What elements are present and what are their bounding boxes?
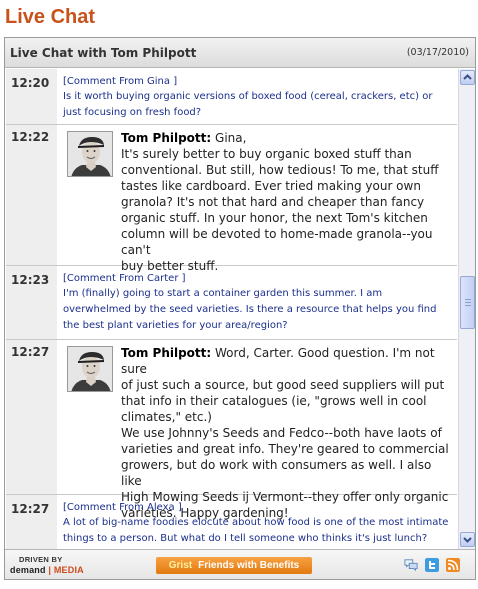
rss-icon[interactable] <box>446 558 460 572</box>
page-title: Live Chat <box>5 6 96 28</box>
chat-header: Live Chat with Tom Philpott (03/17/2010) <box>5 38 475 68</box>
comment-text: Is it worth buying organic versions of b… <box>63 91 433 118</box>
demand-media-logo[interactable]: demand | MEDIA <box>10 565 84 575</box>
host-message-2: 12:27 Tom Philpott: Word, Carter. Good q… <box>6 340 457 520</box>
chat-message-gina: 12:20 [Comment From Gina ] Is it worth b… <box>6 69 457 125</box>
live-chat-widget: Live Chat with Tom Philpott (03/17/2010)… <box>4 37 476 580</box>
chat-bubbles-icon[interactable] <box>404 558 418 572</box>
comment-author: [Comment From Gina ] <box>63 76 178 87</box>
comment-text: I'm (finally) going to start a container… <box>63 288 437 331</box>
host-name: Tom Philpott: <box>121 131 212 145</box>
twitter-icon[interactable] <box>425 558 439 572</box>
scroll-thumb[interactable] <box>460 276 475 329</box>
chat-date: (03/17/2010) <box>406 47 469 58</box>
driven-by-label: DRIVEN BY <box>19 555 63 564</box>
chat-feed[interactable]: 12:20 [Comment From Gina ] Is it worth b… <box>6 69 457 549</box>
chat-footer: DRIVEN BY demand | MEDIA Grist Friends wi… <box>5 549 475 579</box>
message-time: 12:22 <box>6 125 57 265</box>
scroll-down-button[interactable] <box>460 532 475 547</box>
chat-title: Live Chat with Tom Philpott <box>10 46 197 60</box>
chat-message-alexa: 12:27 [Comment From Alexa ] A lot of big… <box>6 495 457 549</box>
comment-text: A lot of big-name foodies elocute about … <box>63 517 449 544</box>
host-message-1: 12:22 Tom Philpott: Gina, It's surely be… <box>6 125 457 273</box>
chevron-down-icon <box>463 537 472 543</box>
grist-promo-banner[interactable]: Grist Friends with Benefits <box>156 557 312 574</box>
chat-scrollbar[interactable] <box>458 69 475 549</box>
host-message-text: Tom Philpott: Gina, It's surely better t… <box>121 131 439 273</box>
comment-author: [Comment From Carter ] <box>63 273 186 284</box>
host-avatar <box>67 346 113 392</box>
scroll-up-button[interactable] <box>460 70 475 85</box>
chevron-up-icon <box>463 74 472 80</box>
comment-author: [Comment From Alexa ] <box>63 502 182 513</box>
chat-message-carter: 12:23 [Comment From Carter ] I'm (finall… <box>6 266 457 340</box>
host-name: Tom Philpott: <box>121 346 212 360</box>
host-avatar <box>67 131 113 177</box>
message-time: 12:27 <box>6 340 57 494</box>
message-time: 12:23 <box>6 266 57 339</box>
message-time: 12:20 <box>6 69 57 124</box>
message-time: 12:27 <box>6 495 57 549</box>
